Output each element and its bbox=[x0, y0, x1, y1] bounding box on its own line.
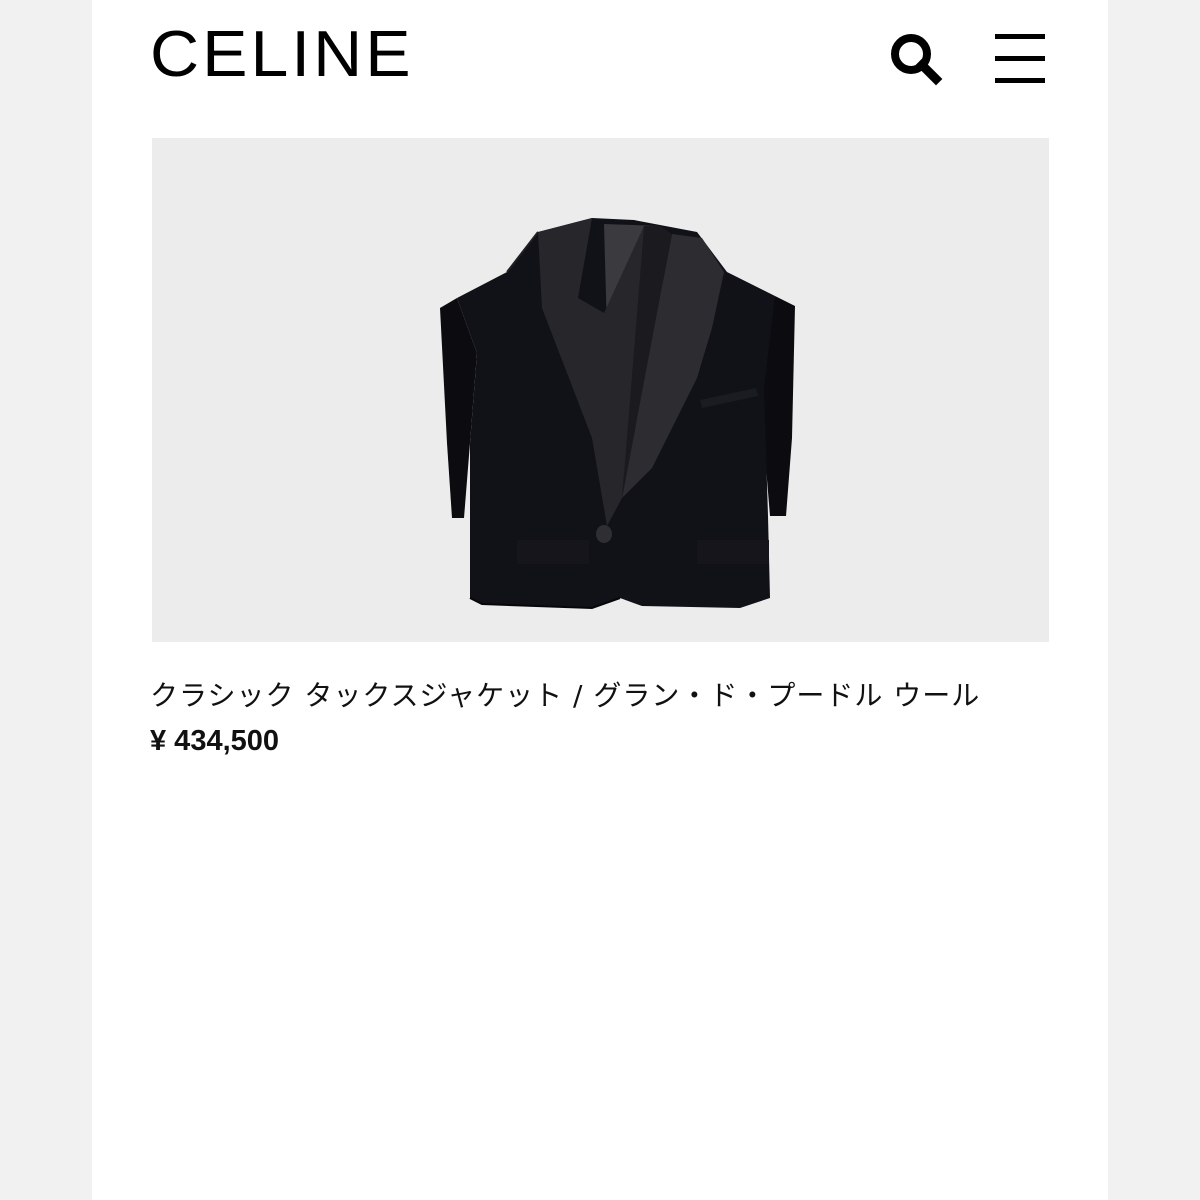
menu-button[interactable] bbox=[992, 30, 1052, 90]
brand-logo[interactable]: CELINE bbox=[150, 22, 414, 87]
tuxedo-jacket-image bbox=[440, 218, 795, 610]
search-button[interactable] bbox=[887, 30, 947, 90]
hamburger-menu-icon bbox=[995, 34, 1045, 83]
product-image[interactable] bbox=[152, 138, 1049, 642]
product-title[interactable]: クラシック タックスジャケット / グラン・ド・プードル ウール bbox=[150, 675, 1050, 717]
product-info: クラシック タックスジャケット / グラン・ド・プードル ウール ¥ 434,5… bbox=[150, 675, 1050, 758]
product-page: CELINE クラシック タックスジャケット / グラン・ド・プードル ウール … bbox=[92, 0, 1108, 1200]
product-price: ¥ 434,500 bbox=[150, 725, 280, 757]
site-header: CELINE bbox=[92, 0, 1108, 120]
search-icon bbox=[891, 34, 943, 86]
